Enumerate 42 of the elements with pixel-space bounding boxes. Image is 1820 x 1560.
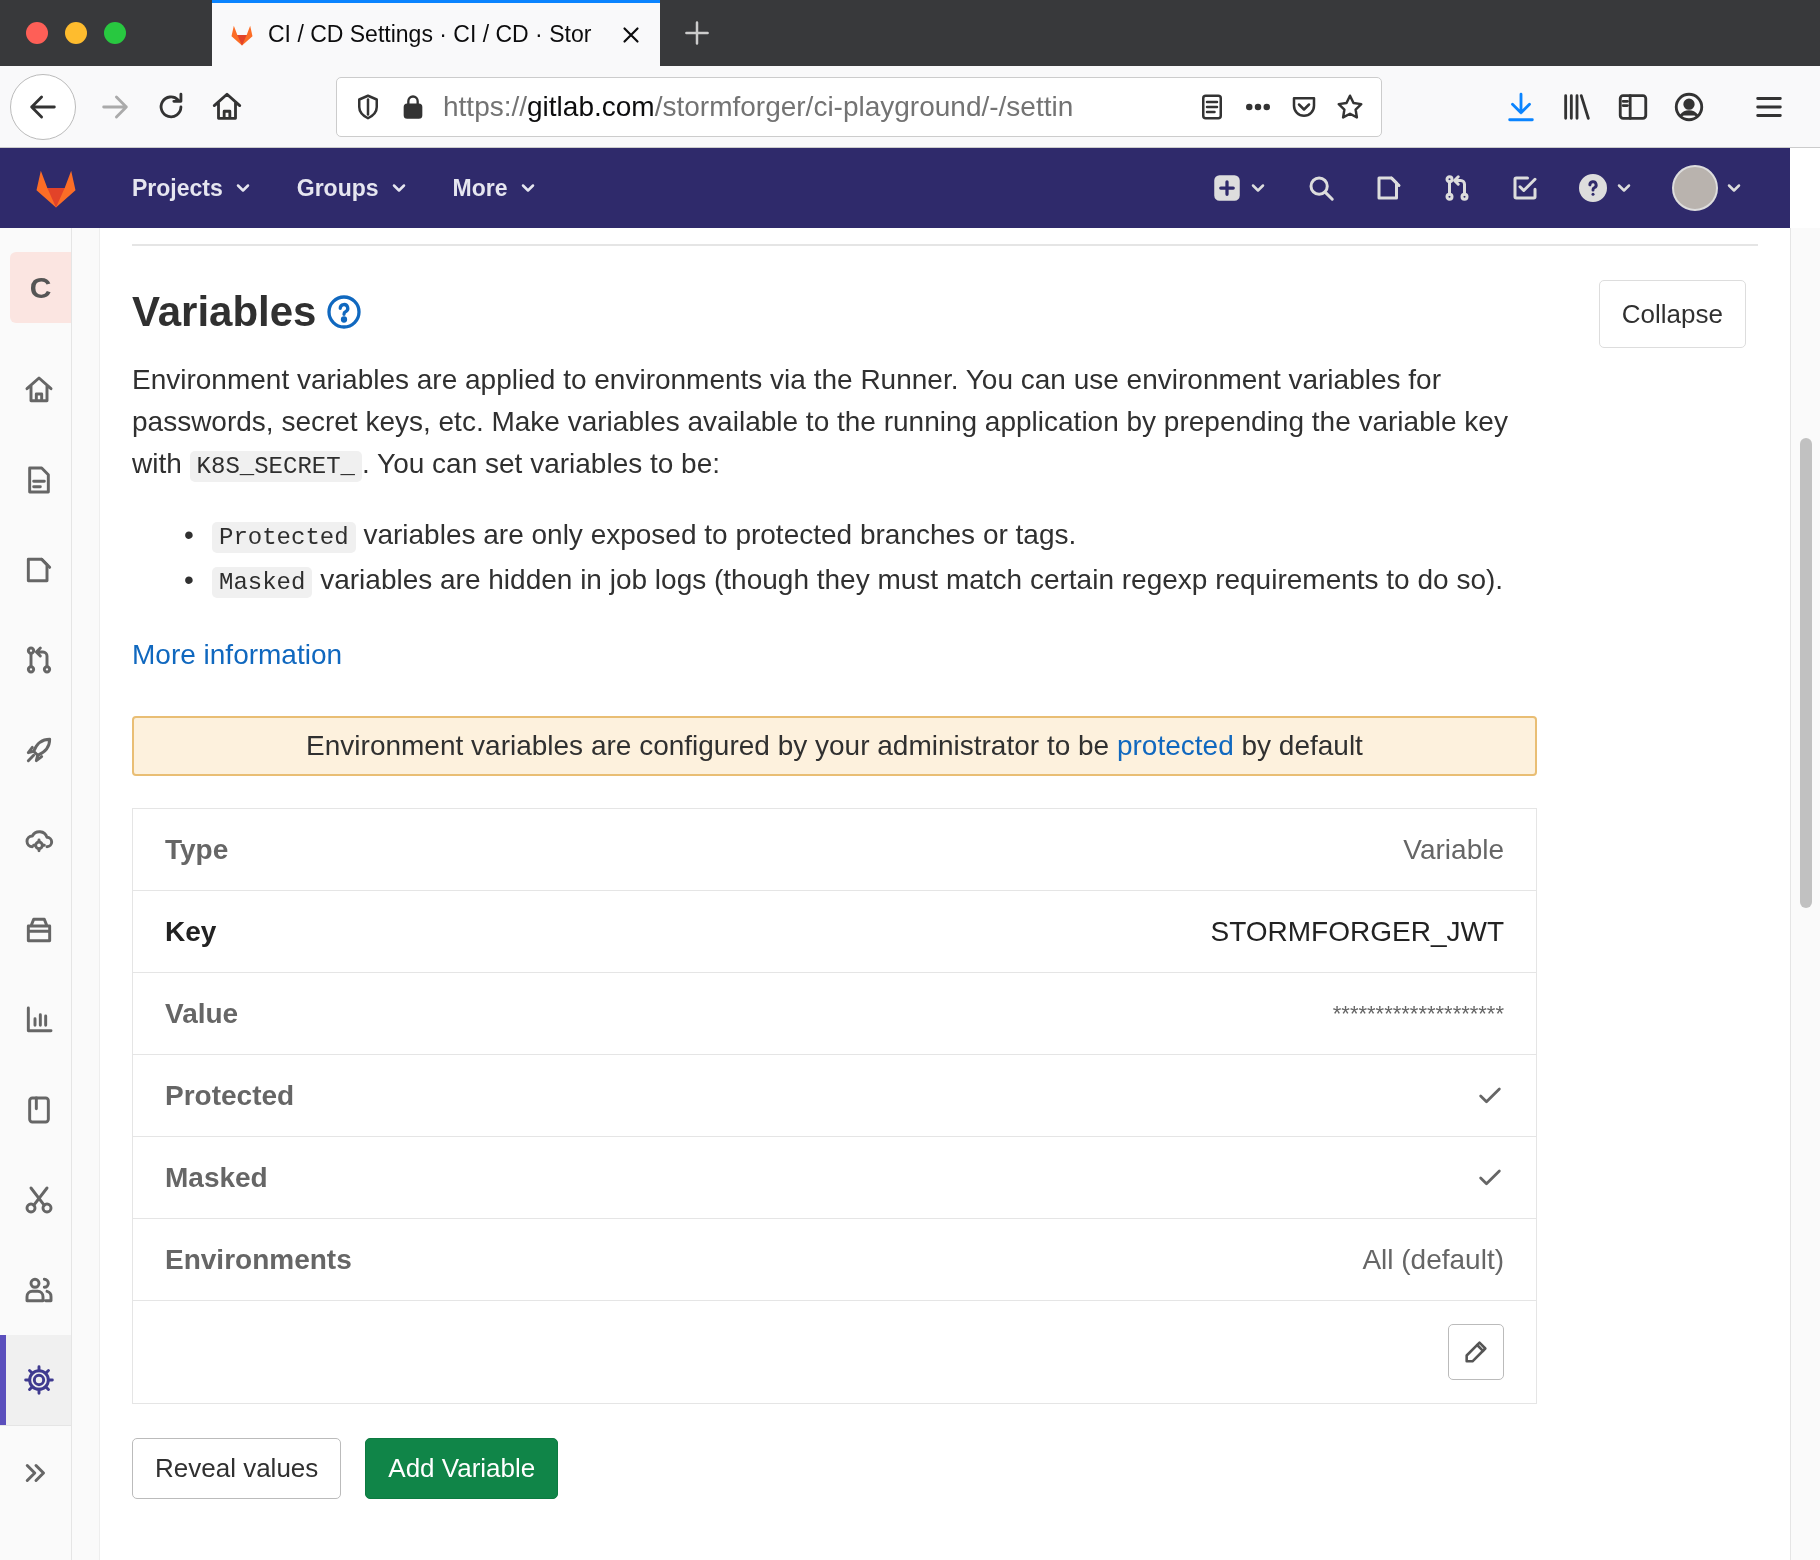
sidebar-item[interactable] (0, 1334, 71, 1425)
alert-message: Environment variables are configured by your administrator to be protected by default (132, 716, 1537, 776)
row-value: Variable (1403, 832, 1504, 867)
row-label: Key (165, 914, 217, 949)
help-icon (1578, 173, 1608, 203)
reveal-values-button[interactable]: Reveal values (132, 1438, 342, 1499)
new-icon (1212, 173, 1242, 203)
row-label: Masked (165, 1160, 268, 1195)
bullet-marker: • (184, 518, 195, 552)
section-title: Variables (132, 287, 317, 337)
more-information-link[interactable]: More information (132, 634, 343, 676)
row-label: Protected (165, 1078, 295, 1113)
row-label: Value (165, 996, 239, 1031)
row-value: All (default) (1362, 1242, 1504, 1277)
masked-value: ******************** (1332, 1000, 1504, 1028)
address-bar[interactable]: https://gitlab.com/stormforger/ci-playground/-/settin (336, 76, 1382, 137)
row-value: STORMFORGER_JWT (1210, 914, 1504, 949)
pencil-icon (1462, 1338, 1490, 1366)
scrollbar-thumb[interactable] (1800, 438, 1812, 908)
row-label: Environments (165, 1242, 352, 1277)
window-control-button[interactable] (26, 22, 48, 44)
nav-menu[interactable]: More (440, 162, 550, 214)
window-control-button[interactable] (104, 22, 126, 44)
description-text: Environment variables are applied to environments via the Runner. You can use environment variables for passwords, secret keys, etc. Make variables available to the running application by prepending the variable key with K8S_SECRET_ . You can set variables to be: (132, 363, 1509, 484)
bullet-text: Masked variables are hidden in job logs (though they must match certain regexp requirements to do so). (212, 559, 1504, 604)
project-avatar[interactable]: C (10, 252, 71, 323)
edit-button[interactable] (1448, 1324, 1504, 1380)
help-icon[interactable] (326, 293, 363, 330)
collapse-button[interactable]: Collapse (1598, 280, 1746, 348)
add-variable-button[interactable]: Add Variable (365, 1438, 559, 1499)
bullet-marker: • (184, 563, 195, 597)
url-text: https://gitlab.com/stormforger/ci-playground/-/settin (443, 89, 1075, 124)
nav-menu[interactable]: Projects (120, 162, 265, 214)
protected-link[interactable]: protected (1116, 730, 1234, 761)
browser-tab[interactable]: CI / CD Settings · CI / CD · Stor (212, 0, 660, 66)
window-control-button[interactable] (65, 22, 87, 44)
nav-menu[interactable]: Groups (284, 162, 421, 214)
bullet-text: Protected variables are only exposed to protected branches or tags. (212, 514, 1077, 559)
row-label: Type (165, 832, 229, 867)
tab-title: CI / CD Settings · CI / CD · Stor (268, 20, 593, 50)
settings-icon (22, 1363, 55, 1396)
avatar-circle (1672, 165, 1718, 211)
